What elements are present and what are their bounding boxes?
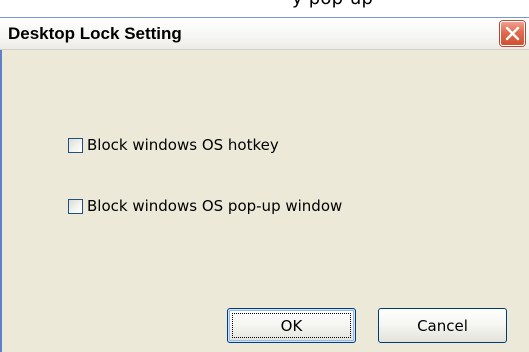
block-hotkey-option[interactable]: Block windows OS hotkey: [68, 136, 279, 154]
background-window-text: y pop-up: [292, 0, 373, 9]
block-hotkey-label[interactable]: Block windows OS hotkey: [87, 136, 279, 154]
close-button[interactable]: [500, 21, 525, 46]
ok-button-label: OK: [280, 316, 303, 335]
dialog-body: Block windows OS hotkey Block windows OS…: [2, 50, 529, 352]
screen: y pop-up Desktop Lock Setting Block wind…: [0, 0, 529, 352]
block-hotkey-checkbox[interactable]: [68, 137, 83, 153]
title-bar[interactable]: Desktop Lock Setting: [0, 18, 529, 50]
block-popup-checkbox[interactable]: [68, 198, 83, 214]
cancel-button[interactable]: Cancel: [378, 308, 507, 343]
cancel-button-label: Cancel: [417, 316, 468, 335]
desktop-lock-setting-dialog: Desktop Lock Setting Block windows OS ho…: [0, 17, 529, 352]
block-popup-label[interactable]: Block windows OS pop-up window: [87, 197, 342, 215]
dialog-title: Desktop Lock Setting: [8, 24, 182, 43]
ok-button[interactable]: OK: [227, 308, 356, 343]
block-popup-option[interactable]: Block windows OS pop-up window: [68, 197, 342, 215]
close-icon: [505, 26, 520, 41]
